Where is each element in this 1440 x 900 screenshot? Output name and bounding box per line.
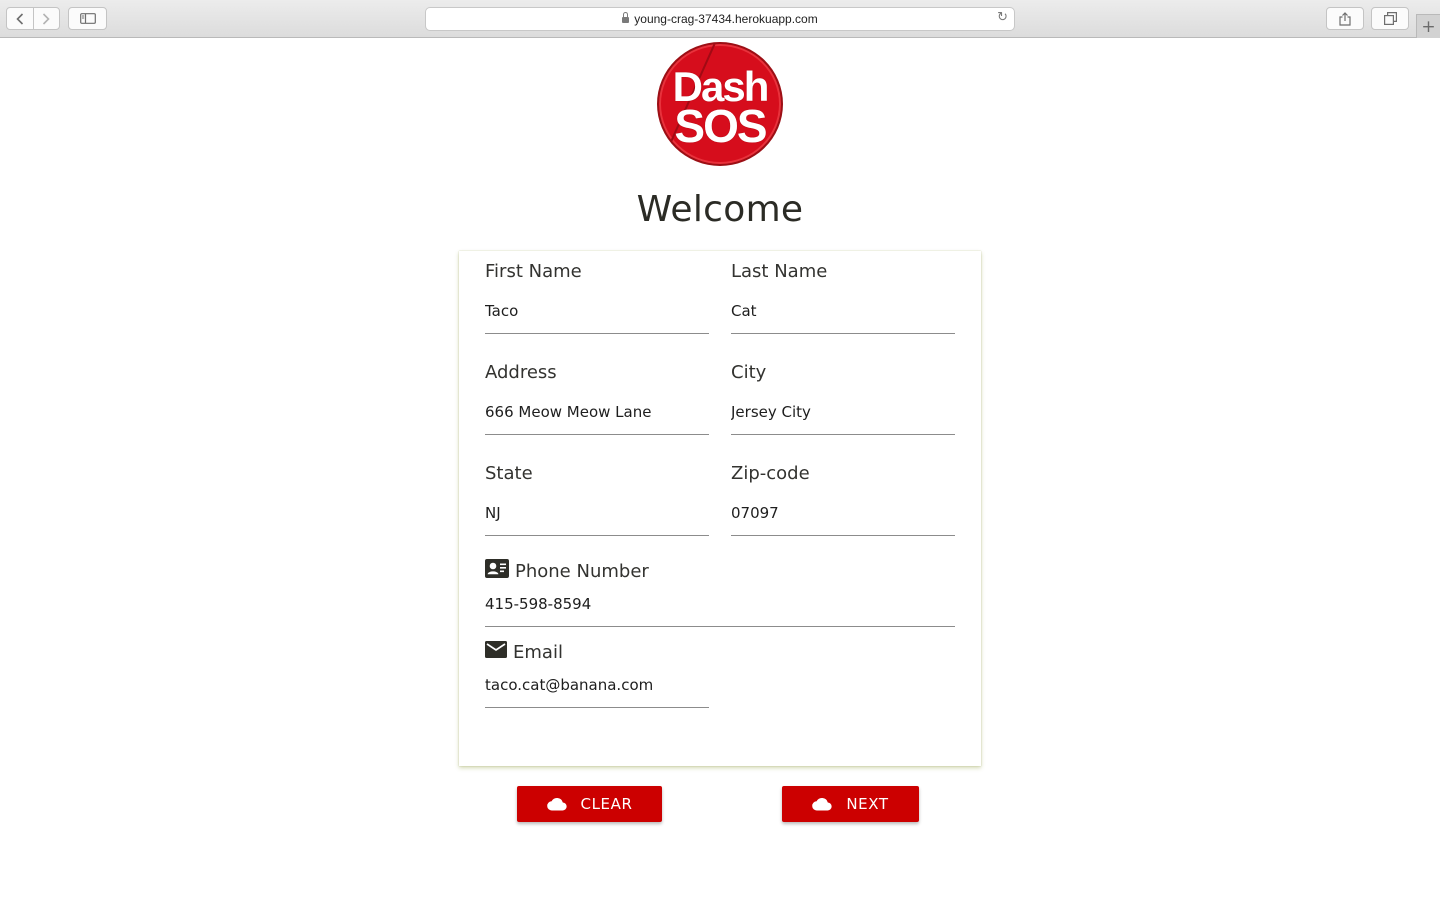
last-name-input[interactable]	[731, 299, 955, 334]
clear-button[interactable]: CLEAR	[517, 786, 662, 822]
registration-form-card: First Name Last Name Address City State …	[459, 251, 981, 766]
email-label: Email	[513, 641, 563, 663]
phone-number-label: Phone Number	[515, 560, 649, 582]
chevron-left-icon	[16, 12, 23, 25]
tab-overview-button[interactable]	[1371, 7, 1409, 30]
chevron-right-icon	[43, 12, 50, 25]
browser-toolbar: young-crag-37434.herokuapp.com ↻ +	[0, 0, 1440, 38]
new-tab-button[interactable]: +	[1416, 14, 1440, 38]
address-input[interactable]	[485, 400, 709, 435]
city-label: City	[731, 361, 767, 383]
first-name-label: First Name	[485, 260, 582, 282]
contact-card-icon	[485, 558, 509, 578]
address-label: Address	[485, 361, 557, 383]
next-button[interactable]: NEXT	[782, 786, 919, 822]
first-name-field: First Name	[485, 259, 709, 335]
email-label-row: Email	[485, 637, 709, 667]
reload-icon[interactable]: ↻	[997, 10, 1008, 25]
share-button[interactable]	[1326, 7, 1364, 30]
address-field: Address	[485, 360, 709, 436]
cloud-icon	[812, 797, 833, 811]
clear-button-label: CLEAR	[580, 795, 633, 813]
next-button-label: NEXT	[846, 795, 889, 813]
lock-icon	[622, 12, 630, 23]
plus-icon: +	[1421, 16, 1436, 37]
phone-number-input[interactable]	[485, 592, 955, 627]
logo-line-sos: SOS	[674, 100, 767, 152]
zip-code-field: Zip-code	[731, 461, 955, 537]
email-field: Email	[485, 637, 709, 711]
dashsos-logo: Dash SOS	[657, 42, 783, 166]
envelope-icon	[485, 640, 507, 658]
last-name-label: Last Name	[731, 260, 828, 282]
zip-code-input[interactable]	[731, 501, 955, 536]
state-label: State	[485, 462, 533, 484]
sidebar-icon	[79, 13, 96, 24]
state-input[interactable]	[485, 501, 709, 536]
tabs-icon	[1383, 12, 1397, 25]
page-title: Welcome	[636, 189, 804, 230]
city-input[interactable]	[731, 400, 955, 435]
address-bar[interactable]: young-crag-37434.herokuapp.com ↻	[425, 7, 1015, 31]
email-input[interactable]	[485, 673, 709, 708]
url-text: young-crag-37434.herokuapp.com	[634, 12, 818, 26]
sidebar-toggle-button[interactable]	[68, 7, 107, 30]
zip-code-label: Zip-code	[731, 462, 810, 484]
nav-buttons	[6, 7, 60, 30]
back-button[interactable]	[7, 8, 33, 29]
cloud-icon	[546, 797, 567, 811]
share-icon	[1339, 11, 1351, 26]
phone-number-label-row: Phone Number	[485, 556, 955, 586]
phone-number-field: Phone Number	[485, 556, 955, 630]
last-name-field: Last Name	[731, 259, 955, 335]
first-name-input[interactable]	[485, 299, 709, 334]
state-field: State	[485, 461, 709, 537]
forward-button[interactable]	[32, 8, 60, 29]
city-field: City	[731, 360, 955, 436]
